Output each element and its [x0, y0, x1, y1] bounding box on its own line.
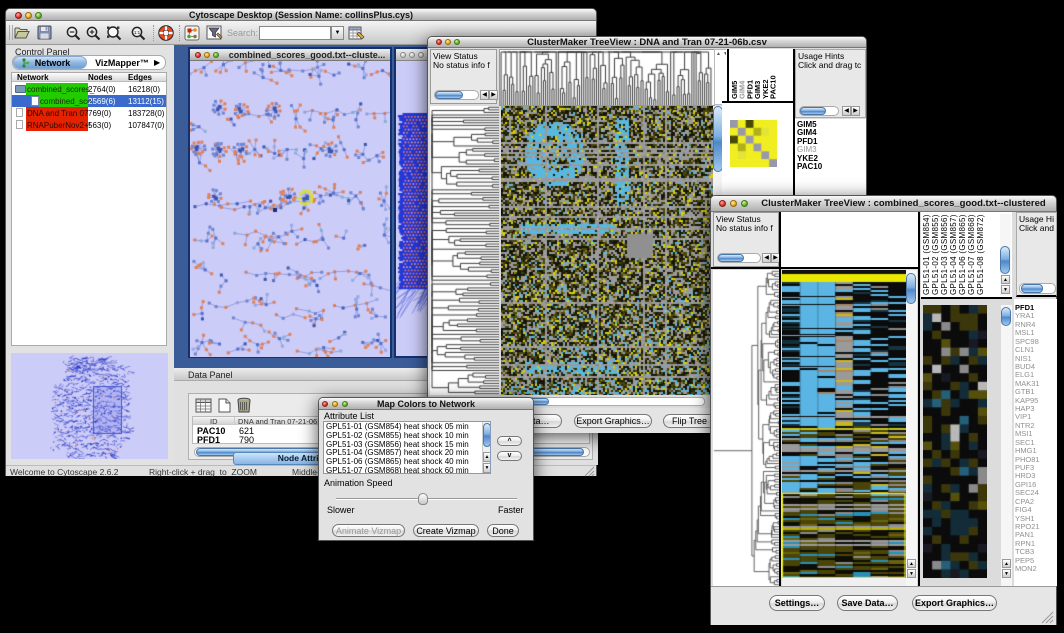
svg-text:GPL51-04 (GSM857): GPL51-04 (GSM857)	[949, 214, 958, 295]
svg-text:GPL51-06 (GSM865): GPL51-06 (GSM865)	[958, 214, 967, 295]
svg-text:PAC10: PAC10	[769, 75, 778, 99]
svg-text:GPL51-01 (GSM854): GPL51-01 (GSM854)	[922, 214, 931, 295]
svg-text:1:1: 1:1	[134, 30, 141, 35]
svg-text:GPL51-02 (GSM855): GPL51-02 (GSM855)	[931, 214, 940, 295]
svg-text:GPL51-03 (GSM856): GPL51-03 (GSM856)	[940, 214, 949, 295]
svg-text:GPL51-08 (GSM872): GPL51-08 (GSM872)	[976, 214, 985, 295]
svg-text:GPL51-07 (GSM868): GPL51-07 (GSM868)	[967, 214, 976, 295]
